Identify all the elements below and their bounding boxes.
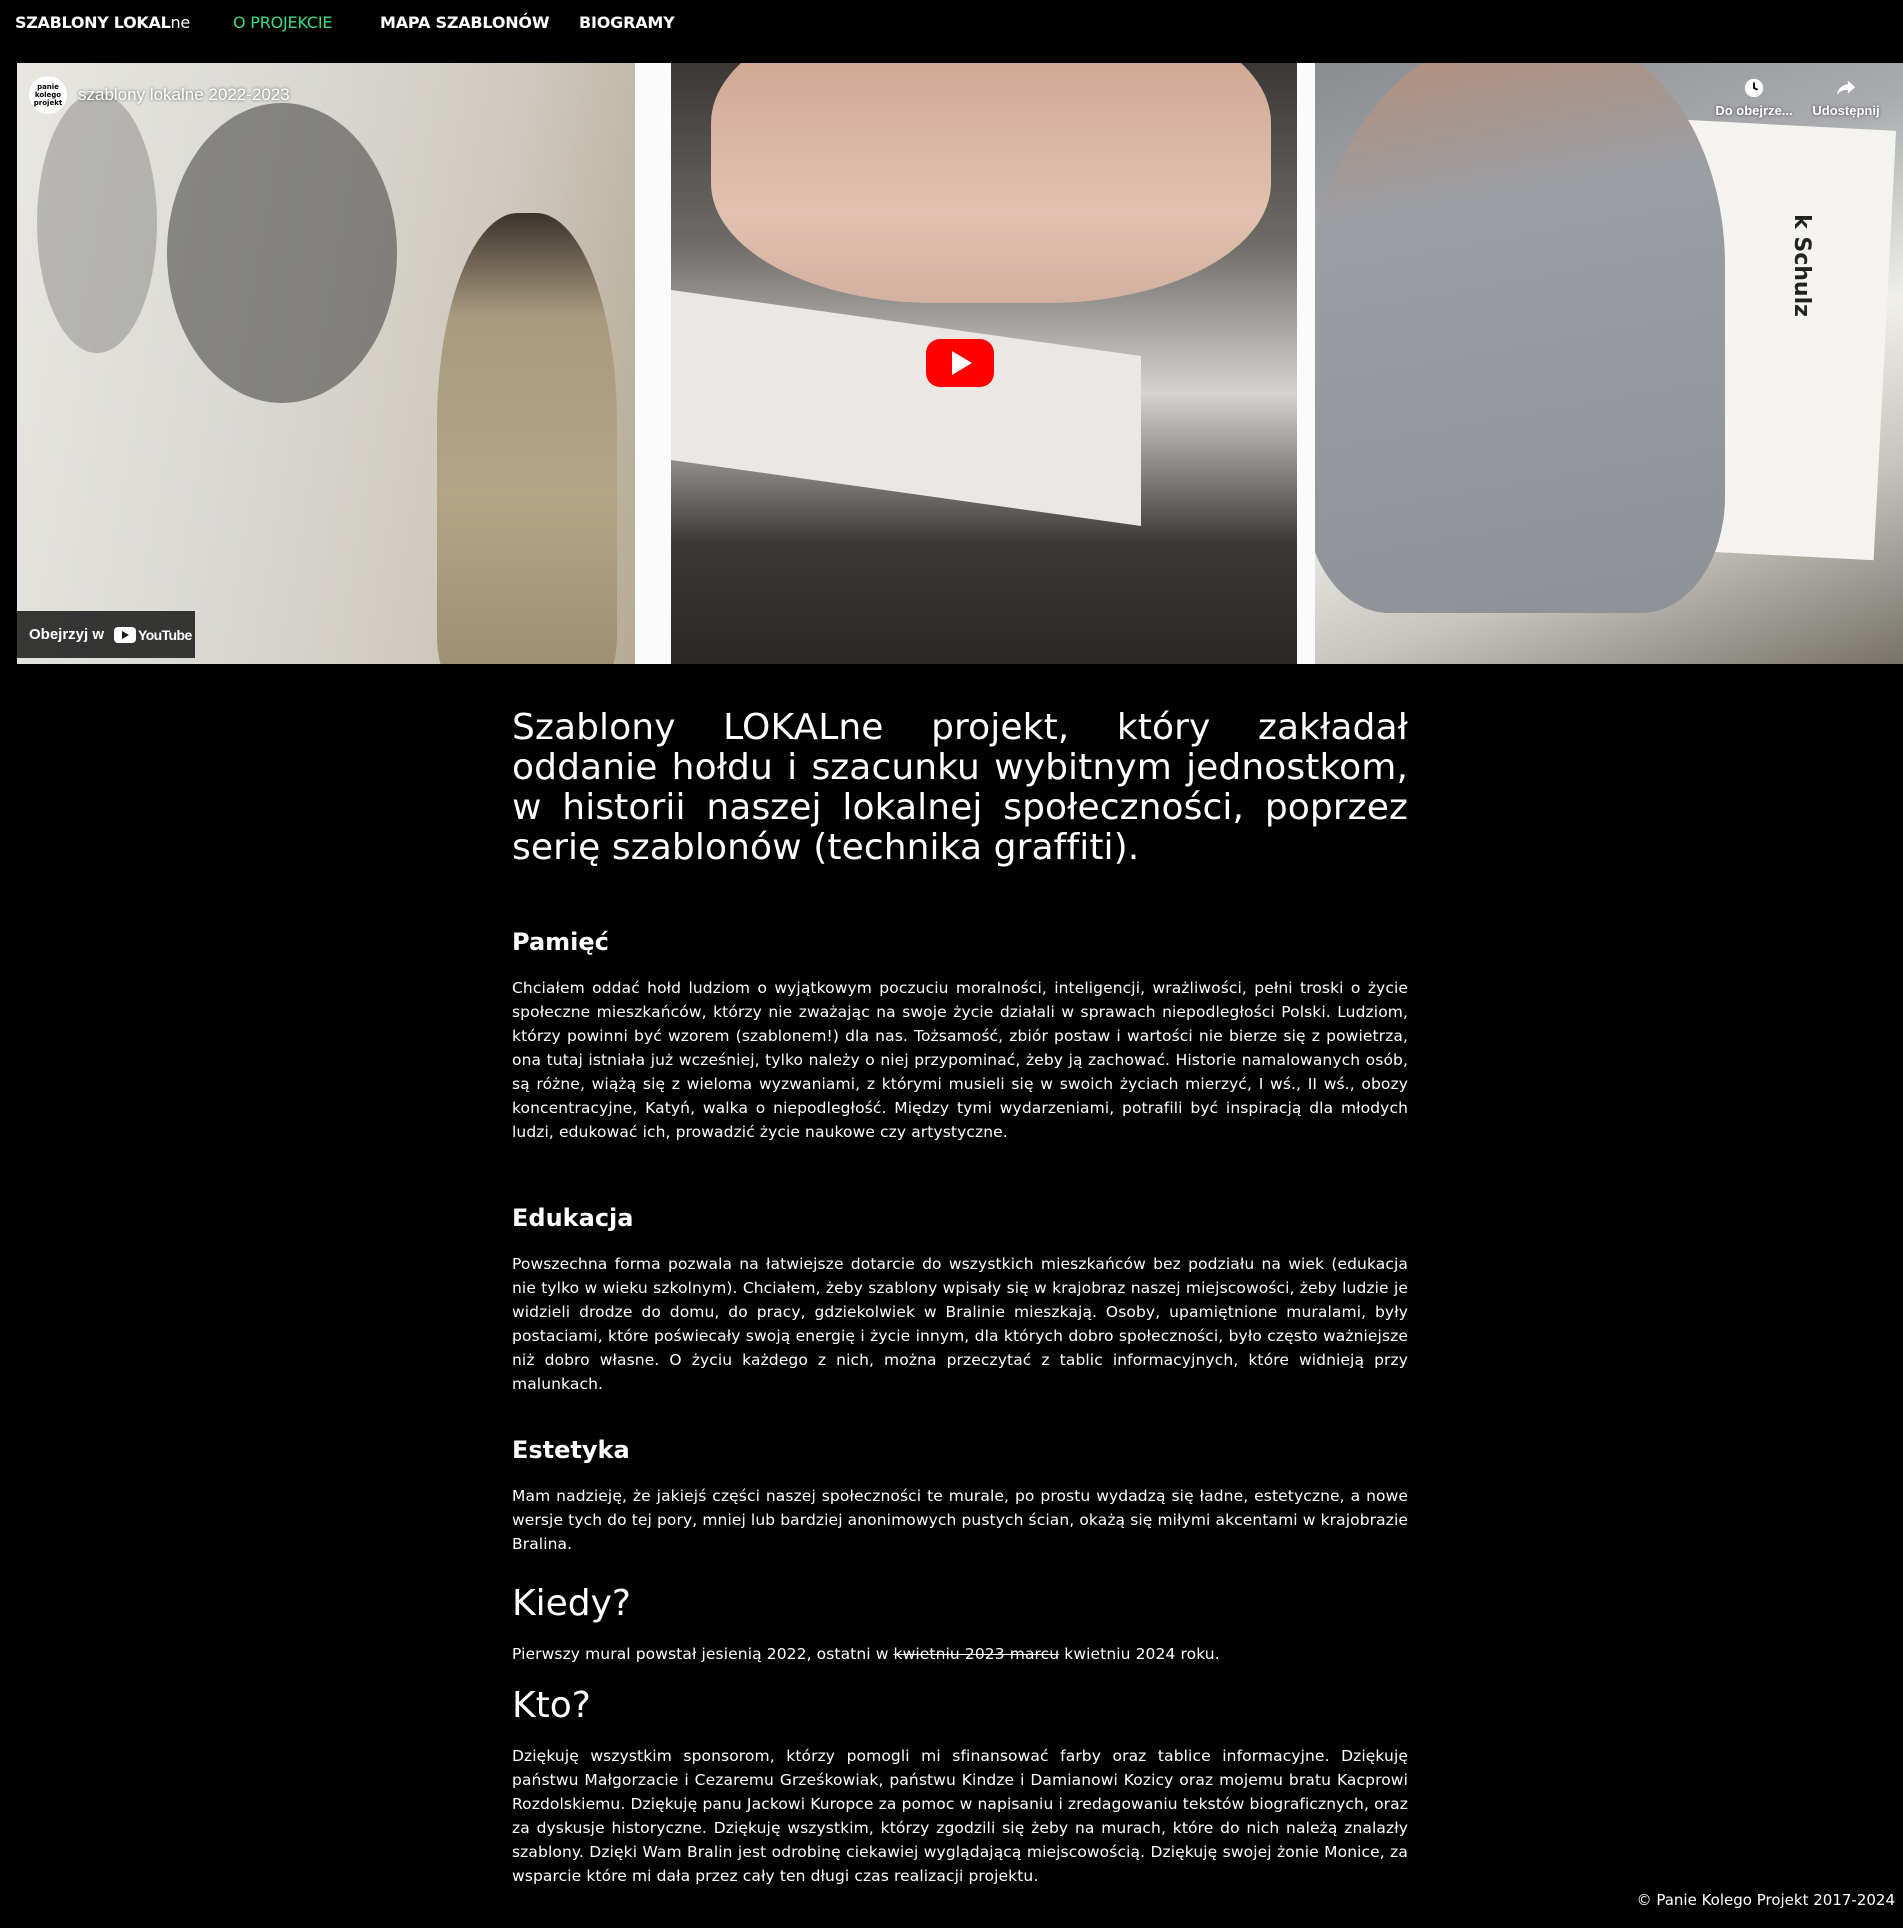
section-text: Mam nadzieję, że jakiejś części naszej s… <box>512 1487 1408 1553</box>
intro-heading: Szablony LOKALne projekt, który zakładał… <box>512 707 1408 868</box>
video-frame-left <box>17 63 635 664</box>
watch-on-youtube-button[interactable]: Obejrzyj w YouTube <box>17 611 195 658</box>
section-edukacja: Edukacja Powszechna forma pozwala na łat… <box>512 1204 1408 1396</box>
share-arrow-icon <box>1836 80 1856 96</box>
section-kiedy: Kiedy? Pierwszy mural powstał jesienią 2… <box>512 1584 1408 1666</box>
poster-text: k Schulz <box>1788 214 1814 317</box>
who-text: Dziękuję wszystkim sponsorom, którzy pom… <box>512 1747 1408 1885</box>
section-heading: Pamięć <box>512 928 609 956</box>
watch-on-label: Obejrzyj w <box>29 626 105 643</box>
site-logo[interactable]: SZABLONY LOKALne <box>15 13 190 32</box>
watch-later-button[interactable]: Do obejrze... <box>1709 77 1799 118</box>
clock-icon <box>1744 78 1764 98</box>
project-article: Szablony LOKALne projekt, który zakładał… <box>512 708 1408 1924</box>
video-divider <box>635 63 671 664</box>
who-heading: Kto? <box>512 1685 591 1726</box>
watch-later-label: Do obejrze... <box>1715 103 1793 118</box>
section-text: Chciałem oddać hołd ludziom o wyjątkowym… <box>512 979 1408 1141</box>
channel-avatar[interactable]: panie kolego projekt <box>29 76 67 114</box>
section-text: Powszechna forma pozwala na łatwiejsze d… <box>512 1255 1408 1393</box>
section-pamiec: Pamięć Chciałem oddać hołd ludziom o wyj… <box>512 928 1408 1144</box>
play-button[interactable] <box>926 339 994 387</box>
youtube-video-embed[interactable]: k Schulz panie kolego projekt szablony l… <box>17 63 1903 664</box>
video-frame-right: k Schulz <box>1315 63 1903 664</box>
footer-copyright: © Panie Kolego Projekt 2017-2024 <box>1636 1891 1895 1909</box>
youtube-play-icon <box>114 626 137 643</box>
section-estetyka: Estetyka Mam nadzieję, że jakiejś części… <box>512 1436 1408 1556</box>
logo-text-3: ne <box>170 13 191 32</box>
youtube-wordmark: YouTube <box>138 626 192 643</box>
video-divider <box>1297 63 1315 664</box>
logo-text-1: SZABLONY <box>15 13 114 32</box>
section-heading: Estetyka <box>512 1436 630 1464</box>
top-nav: SZABLONY LOKALne O PROJEKCIE MAPA SZABLO… <box>0 0 1903 48</box>
nav-link-mapa-szablonow[interactable]: MAPA SZABLONÓW <box>380 13 549 32</box>
channel-avatar-line: panie <box>37 83 59 91</box>
play-icon <box>952 351 972 375</box>
youtube-logo: YouTube <box>114 626 192 643</box>
when-heading: Kiedy? <box>512 1583 632 1624</box>
section-heading: Edukacja <box>512 1204 634 1232</box>
nav-link-o-projekcie[interactable]: O PROJEKCIE <box>233 13 332 32</box>
nav-link-biogramy[interactable]: BIOGRAMY <box>579 13 675 32</box>
logo-text-2: LOKAL <box>113 13 171 32</box>
when-text: Pierwszy mural powstał jesienią 2022, os… <box>512 1642 1408 1666</box>
when-text-start: Pierwszy mural powstał jesienią 2022, os… <box>512 1645 894 1663</box>
channel-avatar-line: projekt <box>33 99 63 107</box>
when-text-end: kwietniu 2024 roku. <box>1059 1645 1220 1663</box>
section-kto: Kto? Dziękuję wszystkim sponsorom, którz… <box>512 1686 1408 1888</box>
share-label: Udostępnij <box>1812 103 1880 118</box>
channel-avatar-line: kolego <box>34 91 62 99</box>
share-button[interactable]: Udostępnij <box>1801 77 1891 118</box>
video-title[interactable]: szablony lokalne 2022-2023 <box>78 85 290 105</box>
when-struck-text: kwietniu 2023 marcu <box>893 1645 1060 1663</box>
